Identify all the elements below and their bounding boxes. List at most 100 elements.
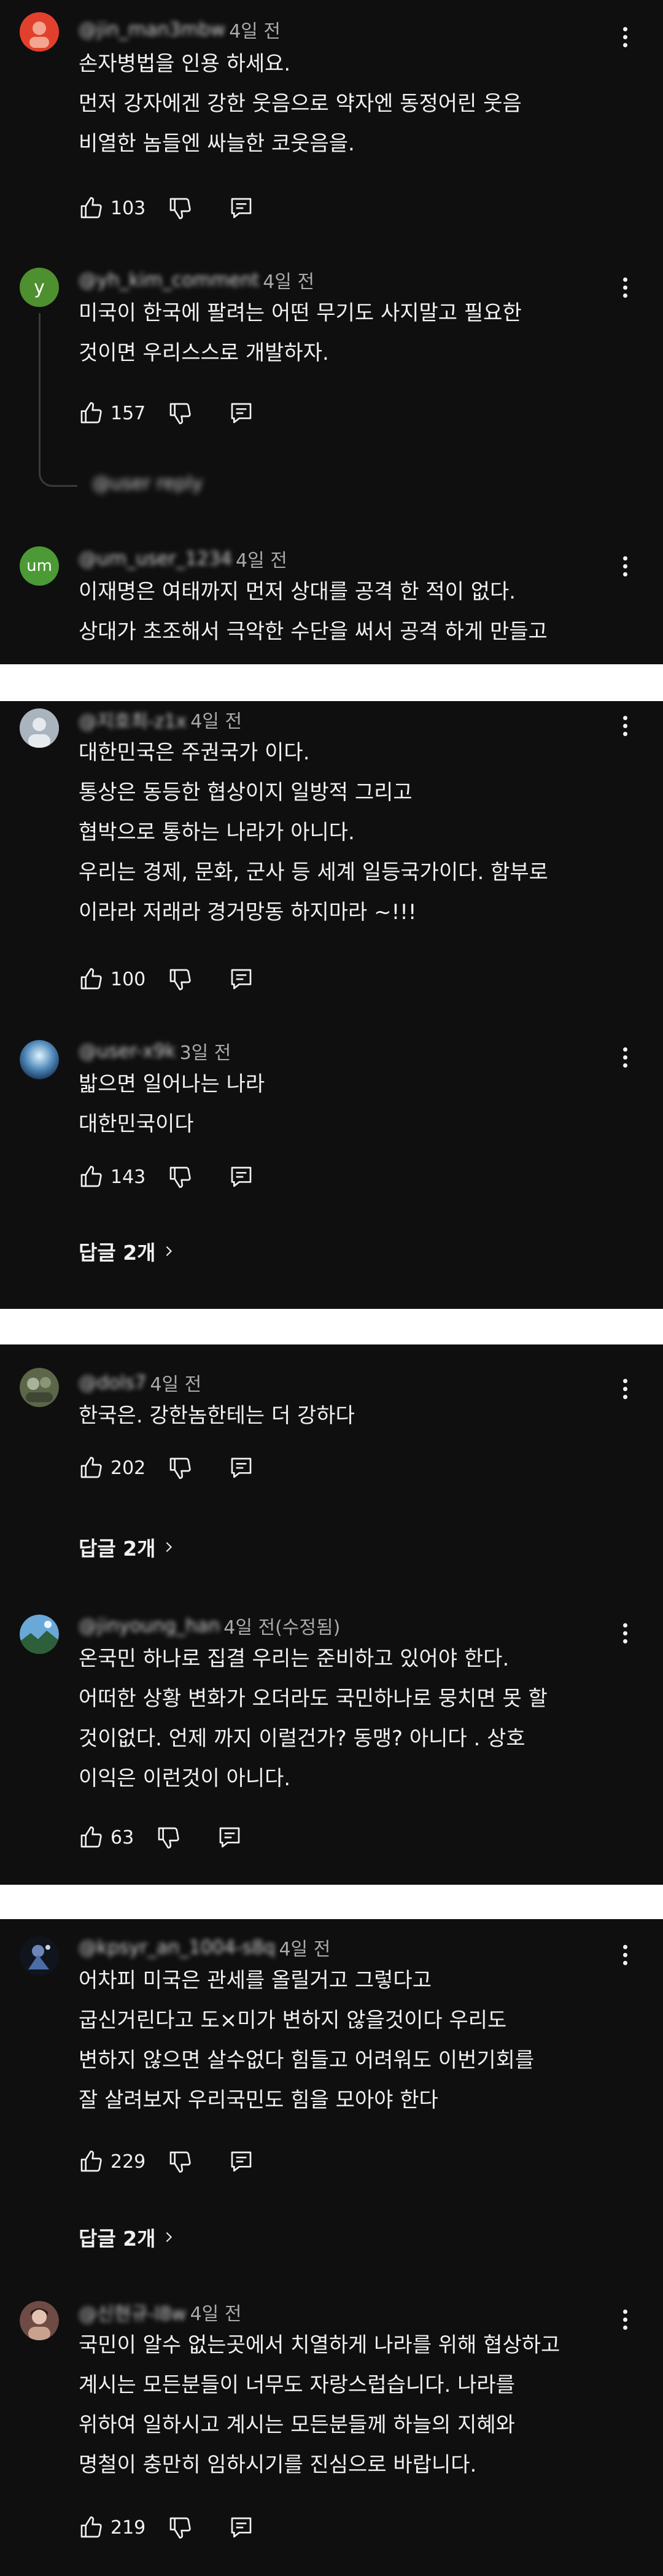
dislike-icon[interactable] bbox=[168, 967, 192, 991]
dislike-icon[interactable] bbox=[168, 2515, 192, 2540]
avatar[interactable] bbox=[20, 1040, 59, 1079]
dislike-icon[interactable] bbox=[168, 1165, 192, 1189]
chevron-right-icon bbox=[166, 2232, 172, 2243]
avatar[interactable] bbox=[20, 1615, 59, 1654]
chevron-right-icon bbox=[166, 1542, 172, 1553]
panel-1: @jin_man3mbw 4일 전 손자병법을 인용 하세요. 먼저 강자에겐 … bbox=[0, 0, 663, 664]
comment-author[interactable]: @jin_man3mbw bbox=[79, 19, 225, 41]
like-count: 219 bbox=[110, 2516, 146, 2539]
comment-author[interactable]: @jinyoung_han bbox=[79, 1615, 220, 1637]
comment-author[interactable]: @kpsyr_an_1004-s8q bbox=[79, 1937, 275, 1958]
default-avatar-icon bbox=[20, 708, 59, 748]
avatar-image bbox=[20, 1615, 59, 1654]
comment-age[interactable]: 4일 전 bbox=[190, 706, 242, 733]
chevron-right-icon bbox=[166, 1246, 172, 1257]
panel-4: @kpsyr_an_1004-s8q 4일 전 어차피 미국은 관세를 올릴거고… bbox=[0, 1919, 663, 2576]
comment-age[interactable]: 4일 전 bbox=[190, 2299, 242, 2326]
comment-actions: 103 bbox=[79, 193, 254, 223]
like-count: 103 bbox=[110, 197, 146, 219]
comment-text: 한국은. 강한놈한테는 더 강하다 bbox=[79, 1403, 355, 1428]
comment-actions: 202 bbox=[79, 1453, 254, 1483]
comment-text: 대한민국은 주권국가 이다. 통상은 동등한 협상이지 일방적 그리고 협박으로… bbox=[79, 740, 548, 925]
like-icon[interactable] bbox=[79, 196, 103, 220]
avatar[interactable] bbox=[20, 2301, 59, 2340]
comment-actions: 100 bbox=[79, 964, 254, 995]
reply-icon[interactable] bbox=[217, 1825, 242, 1850]
avatar-image bbox=[20, 1368, 59, 1407]
comment-author[interactable]: @user-x9k bbox=[79, 1041, 176, 1062]
comment-text: 미국이 한국에 팔려는 어떤 무기도 사지말고 필요한 것이면 우리스스로 개발… bbox=[79, 301, 522, 365]
comment-meta: @jin_man3mbw 4일 전 bbox=[79, 16, 281, 43]
comment-author[interactable]: @yh_kim_comment bbox=[79, 270, 259, 291]
comment-actions: 219 bbox=[79, 2512, 254, 2543]
comment-age[interactable]: 4일 전 bbox=[263, 266, 314, 293]
view-replies-button[interactable]: 답글 2개 bbox=[79, 1236, 176, 1266]
comment-meta: @지호최-z1x 4일 전 bbox=[79, 706, 242, 733]
comment-actions: 143 bbox=[79, 1162, 254, 1192]
replies-label: 답글 2개 bbox=[79, 1241, 156, 1265]
avatar[interactable] bbox=[20, 1936, 59, 1976]
reply-icon[interactable] bbox=[229, 2149, 254, 2174]
comment-author[interactable]: @um_user_1234 bbox=[79, 548, 232, 570]
like-icon[interactable] bbox=[79, 1456, 103, 1480]
comment-author[interactable]: @신현규-l8w bbox=[79, 2299, 187, 2326]
like-icon[interactable] bbox=[79, 1825, 103, 1850]
comment-text: 이재명은 여태까지 먼저 상대를 공격 한 적이 없다. 상대가 초조해서 극악… bbox=[79, 580, 548, 644]
view-replies-button[interactable]: 답글 2개 bbox=[79, 2222, 176, 2252]
comment-meta: @jinyoung_han 4일 전(수정됨) bbox=[79, 1612, 340, 1639]
like-icon[interactable] bbox=[79, 401, 103, 425]
dislike-icon[interactable] bbox=[156, 1825, 180, 1850]
like-icon[interactable] bbox=[79, 2149, 103, 2174]
view-replies-button[interactable]: 답글 2개 bbox=[79, 1532, 176, 1562]
reply-icon[interactable] bbox=[229, 2515, 254, 2540]
reply-icon[interactable] bbox=[229, 401, 254, 425]
comment-age[interactable]: 3일 전 bbox=[180, 1038, 231, 1065]
like-icon[interactable] bbox=[79, 967, 103, 991]
panel-2: @지호최-z1x 4일 전 대한민국은 주권국가 이다. 통상은 동등한 협상이… bbox=[0, 701, 663, 1309]
comment-actions: 157 bbox=[79, 398, 254, 429]
avatar[interactable]: y bbox=[20, 268, 59, 307]
dislike-icon[interactable] bbox=[168, 401, 192, 425]
comment-actions: 63 bbox=[79, 1822, 242, 1853]
like-count: 157 bbox=[110, 402, 146, 424]
like-count: 202 bbox=[110, 1457, 146, 1479]
comment-age[interactable]: 4일 전 bbox=[150, 1369, 201, 1396]
like-count: 63 bbox=[110, 1826, 134, 1849]
reply-icon[interactable] bbox=[229, 967, 254, 991]
dislike-icon[interactable] bbox=[168, 1456, 192, 1480]
comment-age[interactable]: 4일 전(수정됨) bbox=[223, 1612, 340, 1639]
like-count: 229 bbox=[110, 2151, 146, 2173]
avatar-image bbox=[20, 1040, 59, 1079]
comment-meta: @kpsyr_an_1004-s8q 4일 전 bbox=[79, 1934, 330, 1961]
like-icon[interactable] bbox=[79, 2515, 103, 2540]
dislike-icon[interactable] bbox=[168, 196, 192, 220]
thread-line bbox=[39, 313, 41, 460]
dislike-icon[interactable] bbox=[168, 2149, 192, 2174]
replies-label: 답글 2개 bbox=[79, 1537, 156, 1561]
thread-hook bbox=[39, 460, 77, 487]
like-count: 100 bbox=[110, 968, 146, 990]
reply-icon[interactable] bbox=[229, 196, 254, 220]
avatar[interactable] bbox=[20, 12, 59, 52]
comment-text: 손자병법을 인용 하세요. 먼저 강자에겐 강한 웃음으로 약자엔 동정어린 웃… bbox=[79, 52, 522, 156]
comment-meta: @um_user_1234 4일 전 bbox=[79, 545, 287, 572]
avatar[interactable]: um bbox=[20, 546, 59, 586]
comment-age[interactable]: 4일 전 bbox=[279, 1934, 330, 1961]
reply-icon[interactable] bbox=[229, 1165, 254, 1189]
comment-age[interactable]: 4일 전 bbox=[236, 545, 287, 572]
panel-3: @dols7 4일 전 한국은. 강한놈한테는 더 강하다 202 답글 2개 … bbox=[0, 1344, 663, 1885]
comment-text: 어차피 미국은 관세를 올릴거고 그렇다고 굽신거린다고 도×미가 변하지 않을… bbox=[79, 1968, 535, 2112]
avatar[interactable] bbox=[20, 1368, 59, 1407]
comment-meta: @신현규-l8w 4일 전 bbox=[79, 2299, 241, 2326]
avatar-image bbox=[20, 2301, 59, 2340]
comment-age[interactable]: 4일 전 bbox=[229, 16, 281, 43]
avatar[interactable] bbox=[20, 708, 59, 748]
comment-author[interactable]: @dols7 bbox=[79, 1372, 146, 1394]
reply-icon[interactable] bbox=[229, 1456, 254, 1480]
comment-meta: @user-x9k 3일 전 bbox=[79, 1038, 231, 1065]
like-icon[interactable] bbox=[79, 1165, 103, 1189]
avatar-image bbox=[20, 1936, 59, 1976]
comment-author[interactable]: @지호최-z1x bbox=[79, 706, 187, 733]
reply-preview[interactable]: @user reply bbox=[92, 473, 203, 494]
comment-meta: @yh_kim_comment 4일 전 bbox=[79, 266, 314, 293]
